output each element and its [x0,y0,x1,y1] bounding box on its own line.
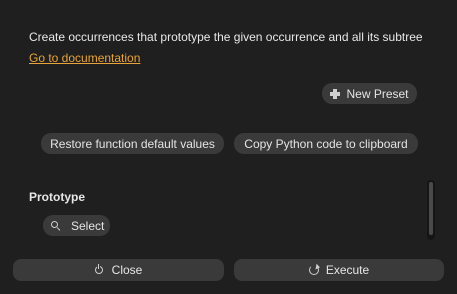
select-label: Select [71,218,105,233]
new-preset-label: New Preset [346,86,409,101]
copy-python-code-label: Copy Python code to clipboard [244,136,408,151]
copy-python-code-button[interactable]: Copy Python code to clipboard [234,133,418,154]
documentation-link[interactable]: Go to documentation [29,51,140,65]
plus-icon [330,88,341,99]
execute-button[interactable]: Execute [234,259,444,281]
new-preset-button[interactable]: New Preset [322,83,417,104]
select-prototype-button[interactable]: Select [43,215,110,236]
refresh-icon [308,265,319,275]
close-label: Close [111,263,143,277]
prototype-section-title: Prototype [29,190,86,204]
scrollbar-thumb[interactable] [429,182,433,235]
close-button[interactable]: Close [13,259,224,281]
function-description: Create occurrences that prototype the gi… [29,30,423,44]
power-icon [94,264,103,274]
search-icon [51,221,60,230]
function-panel: Create occurrences that prototype the gi… [0,0,457,294]
execute-label: Execute [325,263,370,277]
restore-defaults-label: Restore function default values [50,136,215,151]
restore-defaults-button[interactable]: Restore function default values [41,133,224,154]
